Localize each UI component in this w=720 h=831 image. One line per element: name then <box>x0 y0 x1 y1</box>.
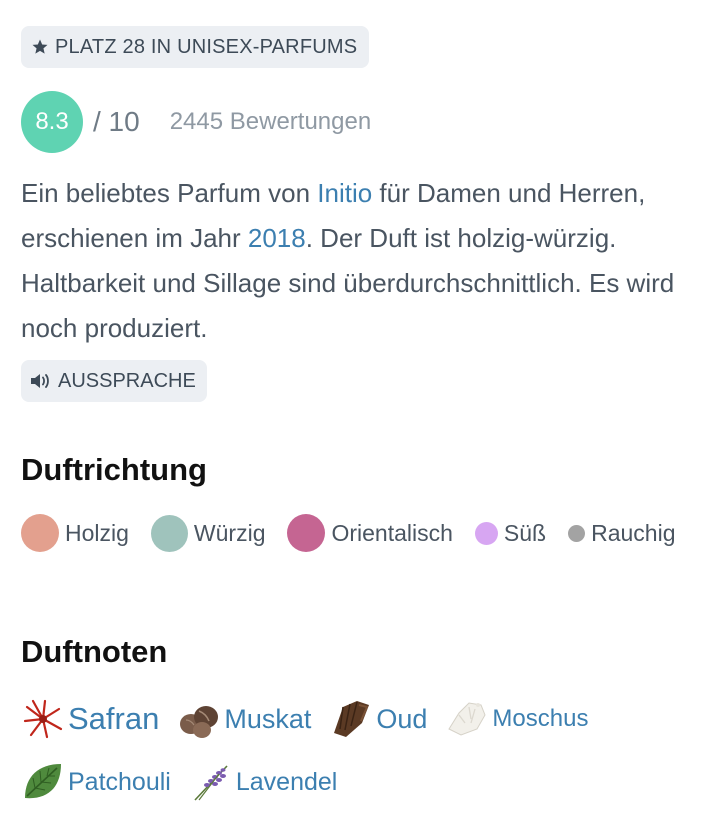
note-label: Lavendel <box>235 767 338 796</box>
note-lavendel[interactable]: Lavendel <box>189 760 337 804</box>
note-label: Safran <box>68 701 160 736</box>
accord-color-dot <box>21 514 59 552</box>
accord-orientalisch[interactable]: Orientalisch <box>287 514 453 552</box>
accord-rauchig[interactable]: Rauchig <box>568 519 676 547</box>
notes-row-2: Patchouli Lavendel <box>21 760 355 804</box>
pronunciation-label: AUSSPRACHE <box>58 369 196 392</box>
notes-heading: Duftnoten <box>21 634 168 669</box>
saffron-icon <box>23 699 63 739</box>
accord-label: Würzig <box>193 519 266 546</box>
ranking-badge[interactable]: PLATZ 28 IN UNISEX-PARFUMS <box>21 26 370 68</box>
accord-label: Orientalisch <box>331 519 453 546</box>
ranking-text: PLATZ 28 IN UNISEX-PARFUMS <box>55 35 358 58</box>
rating-score-badge: 8.3 <box>21 91 83 153</box>
perfume-description: Ein beliebtes Parfum von Initio für Dame… <box>21 171 701 351</box>
accord-holzig[interactable]: Holzig <box>21 514 129 552</box>
note-label: Moschus <box>492 705 589 732</box>
oud-wood-icon <box>334 701 370 737</box>
accord-wuerzig[interactable]: Würzig <box>150 514 266 552</box>
accords-list: Holzig Würzig Orientalisch Süß Rauchig <box>21 513 698 553</box>
patchouli-leaf-icon <box>25 764 61 799</box>
notes-row-1: Safran Muskat Oud Moschus <box>21 697 606 741</box>
brand-link[interactable]: Initio <box>317 178 372 208</box>
note-oud[interactable]: Oud <box>329 697 427 741</box>
accord-label: Süß <box>503 519 547 546</box>
note-patchouli[interactable]: Patchouli <box>21 760 171 804</box>
vote-count[interactable]: 2445 Bewertungen <box>170 108 372 136</box>
rating-score: 8.3 <box>35 108 69 135</box>
note-muskat[interactable]: Muskat <box>177 697 311 741</box>
year-link[interactable]: 2018 <box>248 223 306 253</box>
accords-heading: Duftrichtung <box>21 452 207 487</box>
rating-row: 8.3 / 10 2445 Bewertungen <box>21 91 371 153</box>
accord-color-dot <box>568 524 586 542</box>
accord-label: Holzig <box>65 519 129 546</box>
note-label: Patchouli <box>68 767 171 796</box>
note-label: Muskat <box>224 703 312 734</box>
accord-color-dot <box>150 514 188 552</box>
accord-label: Rauchig <box>591 519 676 546</box>
nutmeg-icon <box>180 706 219 738</box>
description-text-1: Ein beliebtes Parfum von <box>21 178 318 208</box>
note-label: Oud <box>376 703 428 734</box>
note-moschus[interactable]: Moschus <box>445 697 588 741</box>
musk-icon <box>448 702 486 736</box>
accord-color-dot <box>287 514 326 552</box>
note-safran[interactable]: Safran <box>21 697 159 741</box>
rating-max: / 10 <box>93 106 140 137</box>
pronunciation-button[interactable]: AUSSPRACHE <box>21 360 207 402</box>
accord-color-dot <box>474 521 498 545</box>
speaker-icon <box>31 374 49 388</box>
accord-suess[interactable]: Süß <box>474 519 547 547</box>
lavender-icon <box>194 765 228 801</box>
star-icon <box>32 39 48 54</box>
